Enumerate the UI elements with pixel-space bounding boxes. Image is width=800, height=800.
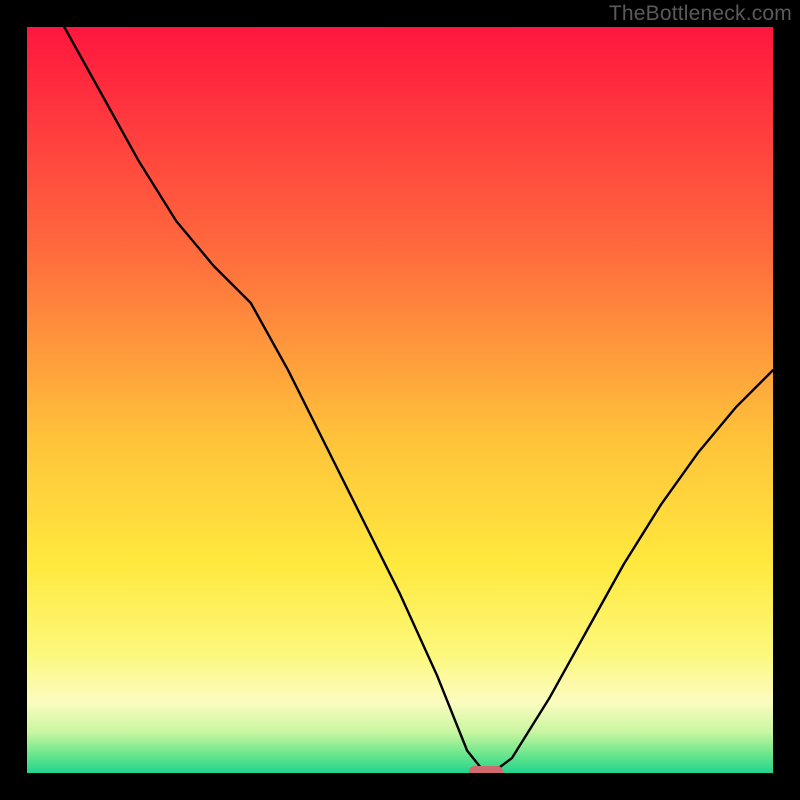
gradient-background — [27, 27, 773, 773]
chart-frame: TheBottleneck.com — [0, 0, 800, 800]
optimal-marker — [469, 766, 503, 773]
watermark-text: TheBottleneck.com — [609, 2, 792, 26]
plot-area — [27, 27, 773, 773]
